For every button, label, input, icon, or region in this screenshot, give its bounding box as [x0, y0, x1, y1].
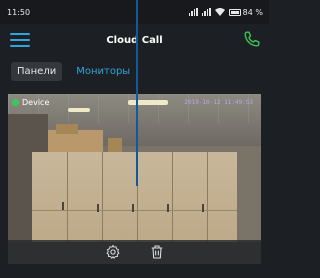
- settings-icon[interactable]: [105, 244, 121, 260]
- pointer-overlay-line: [136, 0, 138, 186]
- camera-controls: [8, 240, 261, 264]
- battery-percent: 84 %: [242, 7, 263, 17]
- menu-icon[interactable]: [10, 33, 30, 47]
- app-header: Cloud Call: [0, 24, 269, 56]
- camera-view[interactable]: Device 2019-10-12 11:49:53: [8, 94, 261, 264]
- camera-timestamp: 2019-10-12 11:49:53: [184, 99, 253, 106]
- signal-icon-2: [201, 8, 211, 16]
- tab-bar: Панели Мониторы: [0, 58, 269, 84]
- phone-icon[interactable]: [243, 30, 261, 48]
- tab-panels[interactable]: Панели: [11, 61, 63, 81]
- battery-indicator: 84 %: [228, 7, 263, 17]
- online-status-dot: [12, 99, 19, 106]
- wifi-icon: [214, 8, 225, 16]
- camera-scene-box: [56, 124, 78, 134]
- status-bar: 11:50 84 %: [0, 0, 269, 24]
- device-label: Device: [12, 98, 49, 107]
- battery-icon: [228, 8, 241, 16]
- status-icons: 84 %: [188, 7, 263, 17]
- camera-scene-light-2: [68, 108, 90, 112]
- signal-icon: [188, 8, 198, 16]
- camera-scene-light: [128, 100, 168, 105]
- status-time: 11:50: [7, 7, 31, 17]
- trash-icon[interactable]: [149, 244, 165, 260]
- device-name: Device: [22, 98, 50, 107]
- tab-monitors[interactable]: Мониторы: [70, 62, 136, 81]
- page-title: Cloud Call: [106, 34, 163, 46]
